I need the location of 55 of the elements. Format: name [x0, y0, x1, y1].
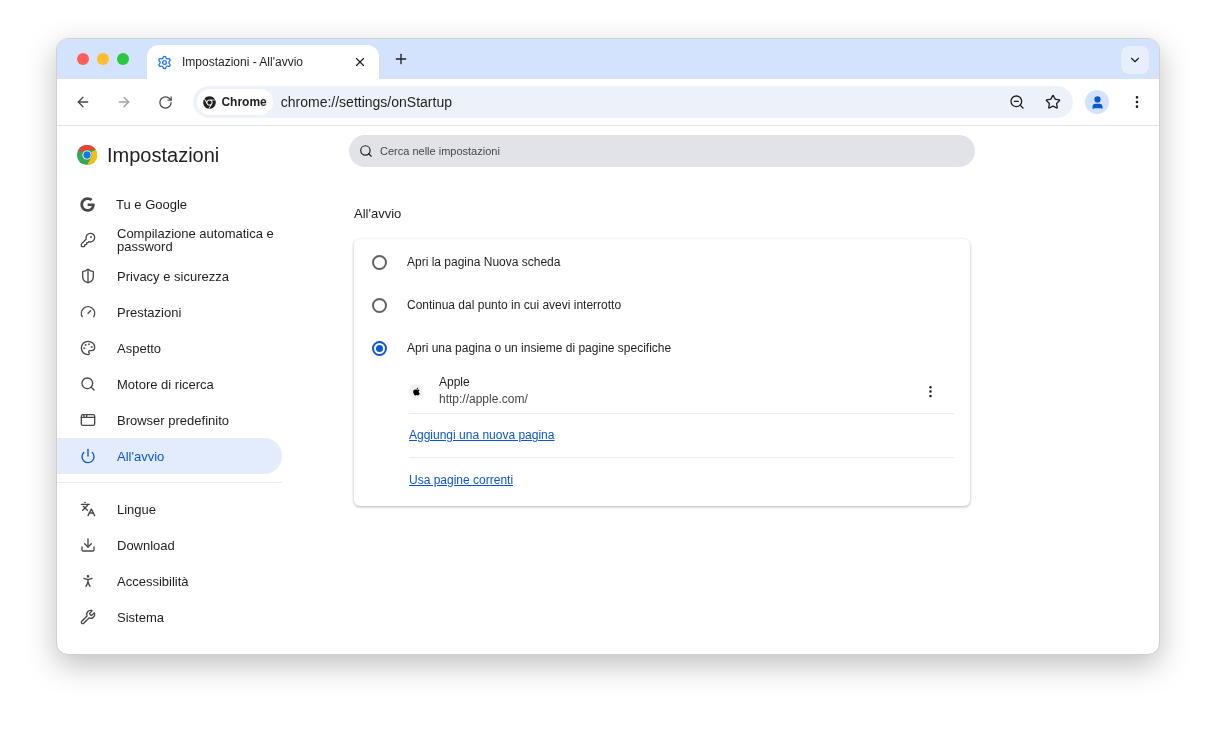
url-text: chrome://settings/onStartup — [280, 92, 453, 112]
search-icon — [359, 144, 373, 158]
window-icon — [80, 412, 96, 428]
sidebar-item[interactable]: Lingue — [57, 491, 282, 527]
key-icon — [80, 232, 96, 248]
address-bar[interactable]: Chrome chrome://settings/onStartup — [193, 86, 1074, 118]
sidebar-item[interactable]: Browser predefinito — [57, 402, 282, 438]
translate-icon — [80, 501, 96, 517]
google-icon — [80, 196, 95, 212]
sidebar-item[interactable]: Sistema — [57, 599, 282, 635]
chrome-icon — [203, 95, 217, 109]
sidebar-item[interactable]: All'avvio — [57, 438, 282, 474]
radio-option[interactable]: Continua dal punto in cui avevi interrotto — [354, 283, 970, 327]
chrome-logo-icon — [76, 144, 98, 166]
power-icon — [80, 448, 96, 464]
radio-option[interactable]: Apri la pagina Nuova scheda — [354, 240, 970, 284]
sidebar-item[interactable]: Download — [57, 527, 282, 563]
section-title: All'avvio — [354, 205, 403, 223]
sidebar-item[interactable]: Accessibilità — [57, 563, 282, 599]
link[interactable]: Aggiungi una nuova pagina — [409, 426, 555, 444]
search-field[interactable]: Cerca nelle impostazioni — [349, 135, 975, 167]
bookmark-star-icon[interactable] — [1045, 94, 1062, 110]
page-name: Apple — [439, 376, 471, 389]
sidebar-item[interactable]: Tu e Google — [57, 186, 282, 222]
sidebar-item[interactable]: Motore di ricerca — [57, 366, 282, 402]
close-icon — [353, 55, 367, 69]
person-icon — [80, 573, 96, 589]
reload-icon — [158, 94, 174, 110]
wrench-icon — [80, 609, 96, 625]
plus-icon — [393, 51, 409, 67]
sidebar-item[interactable]: Prestazioni — [57, 294, 282, 330]
settings-title: Impostazioni — [107, 143, 220, 168]
sidebar-item[interactable]: Compilazione automatica e password — [57, 222, 282, 258]
palette-icon — [80, 340, 96, 356]
radio-button[interactable] — [372, 340, 387, 356]
person-icon — [1089, 94, 1105, 110]
settings-icon — [157, 54, 172, 70]
zoom-out-icon[interactable] — [1009, 94, 1026, 110]
link[interactable]: Usa pagine correnti — [409, 470, 514, 489]
profile-button[interactable] — [1085, 90, 1109, 114]
shield-icon — [80, 268, 96, 284]
download-icon — [80, 537, 96, 553]
sidebar-item[interactable]: Aspetto — [57, 330, 282, 366]
tab-title: Impostazioni - All'avvio — [182, 54, 304, 71]
radio-button[interactable] — [372, 297, 387, 313]
apple-icon — [409, 384, 423, 398]
site-chip[interactable]: Chrome — [197, 89, 273, 115]
radio-button[interactable] — [372, 254, 387, 270]
page-url: http://apple.com/ — [439, 393, 529, 406]
sidebar-item[interactable]: Privacy e sicurezza — [57, 258, 282, 294]
gauge-icon — [80, 304, 96, 320]
browser-tab[interactable]: Impostazioni - All'avvio — [147, 45, 379, 79]
search-input[interactable]: Cerca nelle impostazioni — [380, 142, 975, 160]
search-icon — [80, 376, 96, 392]
radio-option[interactable]: Apri una pagina o un insieme di pagine specifiche — [354, 326, 970, 370]
